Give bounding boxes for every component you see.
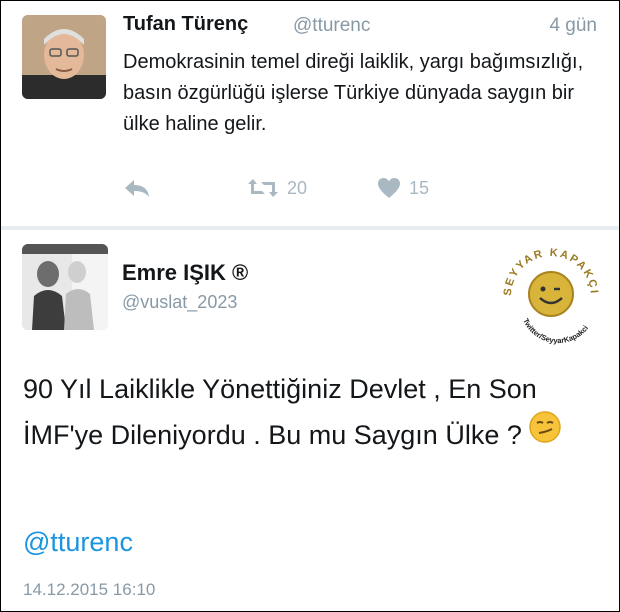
retweet-count: 20: [287, 177, 308, 198]
like-count: 15: [409, 177, 430, 198]
tweet-actions: 20 15: [1, 177, 619, 217]
avatar[interactable]: [22, 15, 106, 99]
retweet-icon: [248, 179, 278, 197]
author-handle[interactable]: @tturenc: [293, 15, 370, 37]
tweet-text: 90 Yıl Laiklikle Yönettiğiniz Devlet , E…: [23, 366, 603, 461]
retweet-button[interactable]: 20: [247, 177, 307, 199]
avatar[interactable]: [22, 244, 108, 330]
author-handle[interactable]: @vuslat_2023: [122, 292, 237, 313]
tweet-text-body: 90 Yıl Laiklikle Yönettiğiniz Devlet , E…: [23, 374, 537, 450]
seyyar-kapakci-watermark: SEYYAR KAPAKÇI Twitter/SeyyarKapakci: [493, 234, 609, 350]
tweet-time[interactable]: 4 gün: [549, 15, 597, 37]
reply-icon: [125, 180, 149, 197]
like-button[interactable]: 15: [377, 177, 429, 199]
screenshot-frame: Tufan Türenç @tturenc 4 gün Demokrasinin…: [0, 0, 620, 612]
tweet-emre[interactable]: Emre IŞIK ® @vuslat_2023 SEYYAR KAPAKÇI: [1, 230, 619, 611]
bottle-cap-icon: [528, 271, 574, 317]
heart-icon: [378, 178, 400, 198]
smirking-face-emoji: [528, 410, 562, 458]
reply-button[interactable]: [123, 177, 151, 199]
watermark-bottom-text: Twitter/SeyyarKapakci: [521, 317, 590, 345]
tweet-tufan[interactable]: Tufan Türenç @tturenc 4 gün Demokrasinin…: [1, 1, 619, 226]
tweet-date: 14.12.2015 16:10: [23, 580, 156, 599]
tweet-text: Demokrasinin temel direği laiklik, yargı…: [123, 51, 584, 135]
mention-link[interactable]: @tturenc: [23, 527, 133, 558]
author-name[interactable]: Tufan Türenç: [123, 13, 248, 36]
author-name[interactable]: Emre IŞIK ®: [122, 260, 248, 286]
svg-text:Twitter/SeyyarKapakci: Twitter/SeyyarKapakci: [521, 317, 590, 345]
